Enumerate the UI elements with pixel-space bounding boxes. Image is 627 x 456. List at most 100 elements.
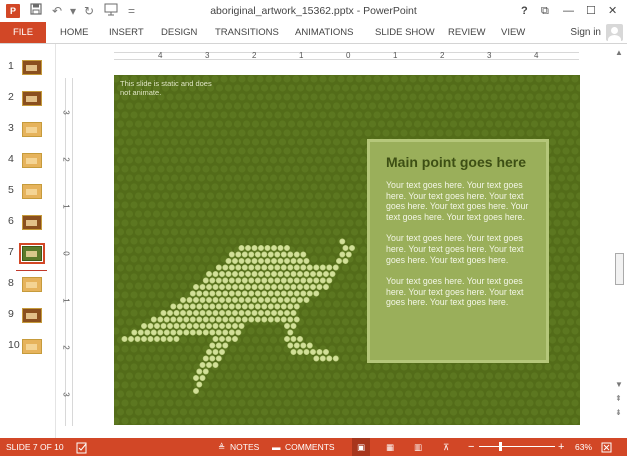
ruler-tick-label: 3: [61, 110, 71, 115]
slide-thumbnail[interactable]: 5: [0, 180, 56, 204]
ruler-tick-label: 2: [61, 157, 71, 162]
body-paragraph-2: Your text goes here. Your text goes here…: [386, 233, 524, 265]
thumbnail-number: 10: [8, 339, 20, 351]
body-paragraph-1: Your text goes here. Your text goes here…: [386, 180, 529, 222]
thumbnail-preview: [19, 243, 45, 264]
normal-view-icon[interactable]: ▣: [352, 438, 370, 456]
comments-button[interactable]: COMMENTS: [285, 438, 335, 456]
slide-sorter-icon[interactable]: ▦: [386, 438, 394, 456]
maximize-icon[interactable]: ☐: [586, 3, 596, 19]
sign-in-link[interactable]: Sign in: [570, 22, 601, 43]
ruler-tick-label: 2: [61, 345, 71, 350]
slide-thumbnail[interactable]: 9: [0, 304, 56, 328]
vertical-scrollbar[interactable]: ▲ ▼ ⇞ ⇟: [613, 48, 627, 438]
ribbon-display-options-icon[interactable]: ⧉: [541, 3, 549, 19]
slide-thumbnail[interactable]: 6: [0, 211, 56, 235]
slide-thumbnail[interactable]: 8: [0, 273, 56, 297]
ruler-tick-label: 2: [440, 51, 445, 60]
thumbnail-number: 5: [8, 184, 14, 196]
tab-file[interactable]: FILE: [0, 22, 46, 43]
thumbnail-number: 7: [8, 246, 14, 258]
next-slide-icon[interactable]: ⇟: [615, 408, 622, 417]
zoom-out-button[interactable]: −: [468, 438, 474, 456]
thumbnail-preview: [22, 153, 42, 168]
ruler-tick-label: 0: [346, 51, 351, 60]
slide-thumbnail[interactable]: 10: [0, 335, 56, 359]
ruler-tick-label: 1: [299, 51, 304, 60]
body-paragraph-3: Your text goes here. Your text goes here…: [386, 276, 524, 308]
thumbnail-number: 6: [8, 215, 14, 227]
reading-view-icon[interactable]: ▥: [414, 438, 422, 456]
tab-insert[interactable]: INSERT: [109, 22, 144, 43]
notes-icon[interactable]: ≜: [218, 438, 225, 456]
slide-thumbnail[interactable]: 3: [0, 118, 56, 142]
zoom-slider-handle[interactable]: [499, 442, 502, 451]
title-bar: P ↶ ▾ ↻ = aboriginal_artwork_15362.pptx …: [0, 0, 627, 22]
window-title: aboriginal_artwork_15362.pptx - PowerPoi…: [210, 5, 417, 17]
thumbnail-preview: [22, 277, 42, 292]
insertion-marker: [16, 270, 47, 271]
thumbnail-number: 2: [8, 91, 14, 103]
ruler-tick-label: 3: [205, 51, 210, 60]
notes-button[interactable]: NOTES: [230, 438, 259, 456]
slide-thumbnail[interactable]: 7: [0, 242, 56, 266]
ruler-tick-label: 0: [61, 251, 71, 256]
tab-design[interactable]: DESIGN: [161, 22, 197, 43]
slide-title: Main point goes here: [386, 154, 527, 170]
thumbnail-preview: [22, 308, 42, 323]
thumbnail-preview: [22, 91, 42, 106]
tab-animations[interactable]: ANIMATIONS: [295, 22, 353, 43]
zoom-slider-track[interactable]: [479, 446, 555, 447]
tab-review[interactable]: REVIEW: [448, 22, 485, 43]
ribbon-tabs: FILE HOME INSERT DESIGN TRANSITIONS ANIM…: [0, 22, 627, 44]
thumbnail-number: 1: [8, 60, 14, 72]
slide-thumbnail[interactable]: 4: [0, 149, 56, 173]
ruler-tick-label: 2: [252, 51, 257, 60]
thumbnail-preview: [22, 339, 42, 354]
ruler-tick-label: 3: [61, 392, 71, 397]
scroll-up-icon[interactable]: ▲: [615, 48, 623, 57]
status-bar: SLIDE 7 OF 10 ≜ NOTES ▬ COMMENTS ▣ ▦ ▥ ⊼…: [0, 438, 627, 456]
slide-counter: SLIDE 7 OF 10: [6, 442, 64, 452]
horizontal-ruler: 4 3 2 1 0 1 2 3 4: [114, 49, 579, 63]
help-icon[interactable]: ?: [521, 3, 528, 19]
slide-thumbnail[interactable]: 2: [0, 87, 56, 111]
thumbnail-number: 8: [8, 277, 14, 289]
comments-icon[interactable]: ▬: [272, 438, 281, 456]
slide-show-icon[interactable]: ⊼: [443, 438, 449, 456]
kangaroo-dots: [121, 238, 356, 394]
close-icon[interactable]: ✕: [608, 3, 617, 19]
fit-slide-icon[interactable]: [601, 438, 612, 456]
minimize-icon[interactable]: —: [563, 3, 574, 19]
ruler-tick-label: 4: [534, 51, 539, 60]
thumbnail-preview: [22, 60, 42, 75]
thumbnail-number: 3: [8, 122, 14, 134]
ruler-tick-label: 3: [487, 51, 492, 60]
tab-transitions[interactable]: TRANSITIONS: [215, 22, 279, 43]
zoom-level[interactable]: 63%: [575, 438, 592, 456]
vertical-ruler: 3 2 1 0 1 2 3: [61, 78, 75, 426]
tab-home[interactable]: HOME: [60, 22, 89, 43]
thumbnail-preview: [22, 215, 42, 230]
scroll-down-icon[interactable]: ▼: [615, 380, 623, 389]
tab-slide-show[interactable]: SLIDE SHOW: [375, 22, 435, 43]
ruler-tick-label: 1: [393, 51, 398, 60]
previous-slide-icon[interactable]: ⇞: [615, 394, 622, 403]
spell-check-icon[interactable]: [76, 438, 88, 456]
zoom-in-button[interactable]: +: [558, 438, 564, 456]
content-textbox[interactable]: Main point goes here Your text goes here…: [367, 139, 549, 363]
thumbnail-number: 4: [8, 153, 14, 165]
thumbnail-preview: [22, 122, 42, 137]
slide-thumbnails-pane: 1 2 3 4 5 6 7 8 9 10: [0, 44, 56, 438]
scrollbar-thumb[interactable]: [615, 253, 624, 285]
static-slide-note: This slide is static and does not animat…: [120, 79, 212, 97]
powerpoint-window: P ↶ ▾ ↻ = aboriginal_artwork_15362.pptx …: [0, 0, 627, 456]
tab-view[interactable]: VIEW: [501, 22, 525, 43]
thumbnail-preview: [22, 184, 42, 199]
ruler-tick-label: 4: [158, 51, 163, 60]
user-avatar-icon[interactable]: [606, 24, 623, 41]
ruler-tick-label: 1: [61, 298, 71, 303]
slide-canvas[interactable]: This slide is static and does not animat…: [114, 75, 580, 425]
slide-thumbnail[interactable]: 1: [0, 56, 56, 80]
thumbnail-number: 9: [8, 308, 14, 320]
